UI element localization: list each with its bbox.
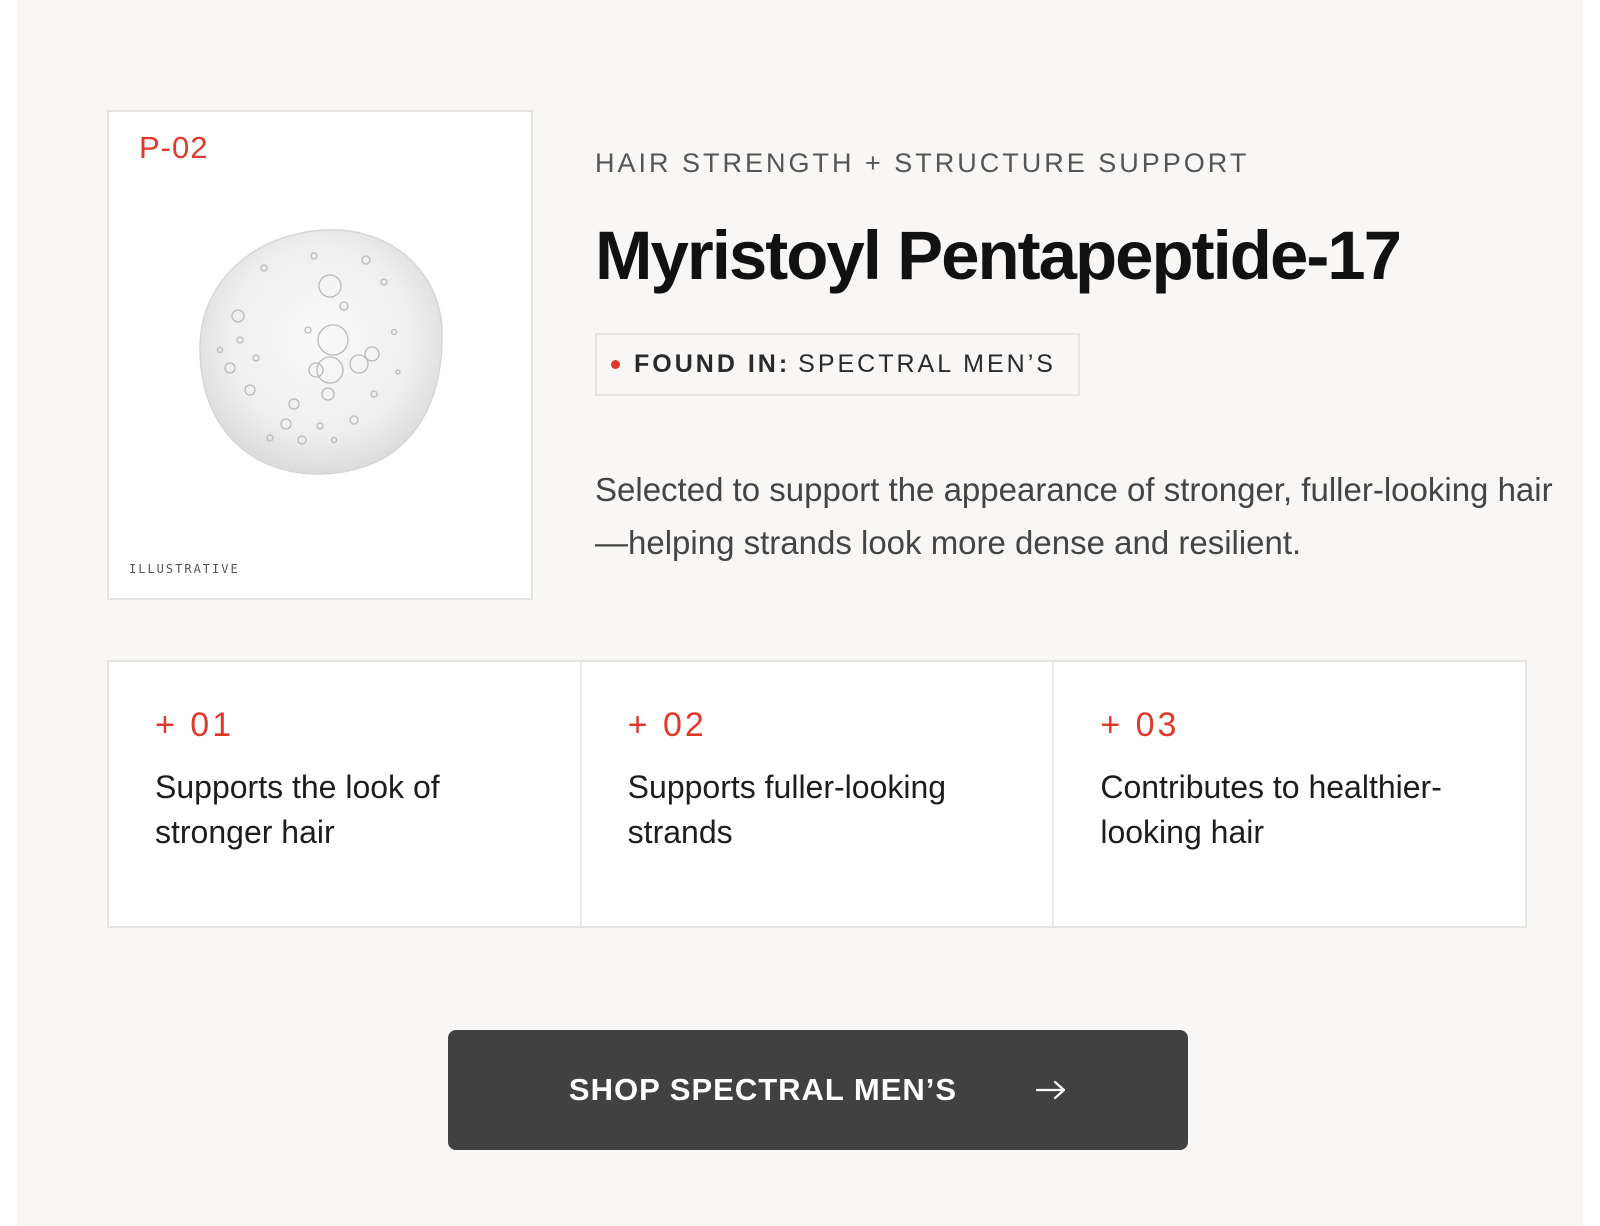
benefit-text: Contributes to healthier-looking hair <box>1100 769 1442 850</box>
benefit-text: Supports the look of stronger hair <box>155 769 440 850</box>
benefit-number: + 01 <box>155 706 235 744</box>
illustrative-caption: ILLUSTRATIVE <box>129 562 240 576</box>
shop-spectral-mens-button[interactable]: SHOP SPECTRAL MEN’S <box>448 1030 1188 1150</box>
benefits-grid: + 01 Supports the look of stronger hair … <box>107 660 1527 928</box>
benefit-number: + 03 <box>1100 706 1180 744</box>
ingredient-category: HAIR STRENGTH + STRUCTURE SUPPORT <box>595 148 1250 178</box>
benefit-item: + 03 Contributes to healthier-looking ha… <box>1054 662 1525 926</box>
found-in-label: FOUND IN: <box>634 350 791 378</box>
ingredient-section: P-02 ILLUSTRATIVE HAIR STRENGTH + STRUCT… <box>17 0 1582 1226</box>
ingredient-title: Myristoyl Pentapeptide-17 <box>595 217 1402 294</box>
found-in-value: SPECTRAL MEN’S <box>798 350 1056 378</box>
benefit-item: + 01 Supports the look of stronger hair <box>109 662 582 926</box>
shop-button-label: SHOP SPECTRAL MEN’S <box>568 1072 958 1107</box>
benefit-item: + 02 Supports fuller-looking strands <box>582 662 1055 926</box>
dot-icon <box>611 360 620 369</box>
ingredient-code: P-02 <box>139 130 209 165</box>
found-in-tag: FOUND IN: SPECTRAL MEN’S <box>595 333 1080 396</box>
ingredient-image-card: P-02 ILLUSTRATIVE <box>107 110 533 600</box>
arrow-right-icon <box>1035 1080 1066 1100</box>
benefit-text: Supports fuller-looking strands <box>627 769 947 850</box>
benefit-number: + 02 <box>627 706 707 744</box>
serum-droplet-image <box>199 229 443 475</box>
ingredient-description: Selected to support the appearance of st… <box>595 471 1553 561</box>
